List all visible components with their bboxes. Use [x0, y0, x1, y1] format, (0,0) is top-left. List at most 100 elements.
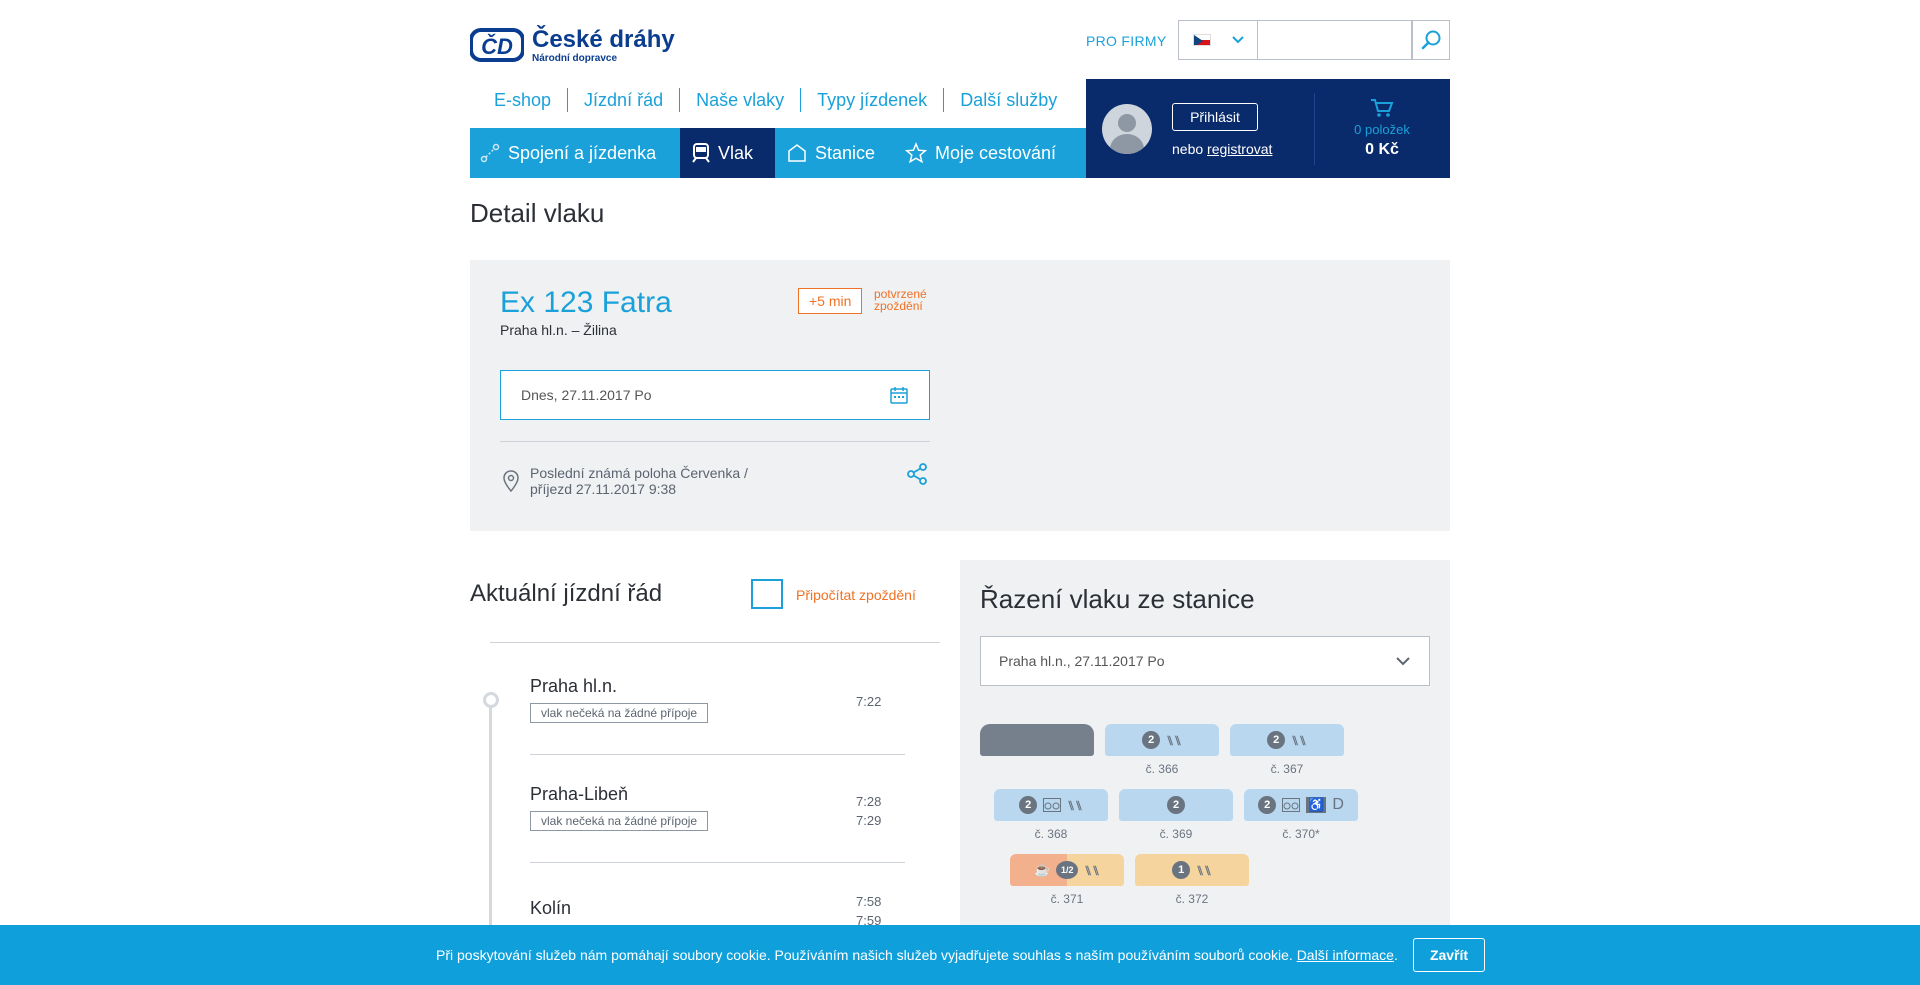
coach-label: č. 371 [1050, 892, 1084, 906]
timetable-title: Aktuální jízdní řád [470, 580, 663, 607]
or-text: nebo [1172, 141, 1204, 157]
coach-label: č. 370* [1282, 827, 1320, 841]
stop-tag: vlak nečeká na žádné přípoje [530, 703, 709, 723]
cart-total: 0 Kč [1365, 141, 1399, 158]
bicycle-icon [1282, 798, 1301, 812]
station-icon [788, 144, 806, 162]
brand-name: České dráhy [532, 25, 675, 53]
cookie-text: Při poskytování služeb nám pomáhají soub… [436, 947, 1398, 963]
tab-vlak-label: Vlak [718, 142, 754, 163]
top-nav: E-shop Jízdní řád Naše vlaky Typy jízden… [470, 88, 1073, 112]
seat-icon: ⑊⑊ [1166, 732, 1182, 748]
wheelchair-icon: ♿ [1306, 797, 1327, 813]
top-nav-jizdni-rad[interactable]: Jízdní řád [567, 88, 679, 112]
coach-label: č. 367 [1270, 762, 1304, 776]
cart[interactable]: 0 položek 0 Kč [1314, 79, 1450, 178]
page-wrapper: ČD České dráhy Národní dopravce PRO FIRM… [470, 0, 1450, 985]
last-known-location: Poslední známá poloha Červenka / příjezd… [530, 465, 748, 497]
login-button[interactable]: Přihlásit [1172, 103, 1258, 131]
train-name: Ex 123 Fatra [500, 286, 672, 319]
stop-name: Kolín [530, 898, 572, 918]
tab-stanice[interactable]: Stanice [775, 128, 893, 178]
coach-label: č. 366 [1145, 762, 1179, 776]
tab-vlak[interactable]: Vlak [680, 128, 775, 178]
date-picker[interactable]: Dnes, 27.11.2017 Po [500, 370, 930, 420]
seat-icon: ⑊⑊ [1067, 797, 1083, 813]
class-badge: 1 [1172, 861, 1191, 879]
chevron-down-icon [1396, 657, 1410, 666]
divider [530, 862, 905, 863]
stop-departure: 7:29 [856, 813, 882, 828]
coach-366[interactable]: 2 ⑊⑊ [1105, 724, 1219, 756]
share-icon[interactable] [906, 463, 928, 485]
cart-count: 0 položek [1354, 122, 1410, 137]
svg-text:ČD: ČD [481, 34, 513, 59]
coffee-icon: ☕ [1034, 862, 1051, 877]
coach-370[interactable]: 2 ♿ D [1244, 789, 1358, 821]
cookie-more-link[interactable]: Další informace [1297, 947, 1394, 963]
main-nav: Spojení a jízdenka Vlak Stanice Moje ces… [470, 128, 1086, 178]
train-composition-panel: Řazení vlaku ze stanice Praha hl.n., 27.… [960, 560, 1450, 985]
delay-note: potvrzené zpoždění [874, 287, 927, 313]
search-input[interactable] [1258, 20, 1412, 60]
cz-flag-icon [1193, 34, 1211, 46]
timeline-dot [483, 692, 499, 708]
top-nav-eshop[interactable]: E-shop [470, 88, 567, 112]
page-title: Detail vlaku [470, 198, 605, 228]
cd-logo-icon: ČD [470, 28, 524, 62]
star-icon [905, 142, 927, 164]
class-badge: 2 [1167, 796, 1185, 814]
class-badge: 2 [1019, 796, 1038, 814]
tab-spojeni[interactable]: Spojení a jízdenka [470, 128, 680, 178]
stop-tag: vlak nečeká na žádné přípoje [530, 811, 709, 831]
coach-367[interactable]: 2 ⑊⑊ [1230, 724, 1344, 756]
list-item[interactable]: Praha hl.n. vlak nečeká na žádné přípoje… [530, 676, 905, 723]
locomotive[interactable] [980, 724, 1094, 756]
coach-label: č. 372 [1175, 892, 1209, 906]
location-pin-icon [503, 470, 519, 492]
divider [530, 754, 905, 755]
tab-spojeni-label: Spojení a jízdenka [508, 142, 657, 163]
divider [500, 441, 930, 442]
list-item[interactable]: Praha-Libeň vlak nečeká na žádné přípoje… [530, 784, 905, 831]
cookie-message: Při poskytování služeb nám pomáhají soub… [436, 947, 1293, 963]
logo-text: České dráhy Národní dopravce [532, 25, 675, 64]
cookie-close-button[interactable]: Zavřít [1413, 938, 1485, 972]
search-button[interactable] [1412, 20, 1450, 60]
calendar-icon [890, 387, 908, 404]
register-link[interactable]: registrovat [1207, 141, 1272, 157]
coach-label: č. 369 [1159, 827, 1193, 841]
chevron-down-icon [1232, 36, 1244, 44]
coach-371[interactable]: ☕ 1/2 ⑊⑊ [1010, 854, 1124, 886]
stop-times: 7:22 [856, 692, 881, 711]
add-delay-checkbox[interactable] [751, 579, 783, 609]
stop-times: 7:28 7:29 [856, 792, 881, 830]
coach-368[interactable]: 2 ⑊⑊ [994, 789, 1108, 821]
search-icon [1421, 30, 1441, 50]
composition-title: Řazení vlaku ze stanice [980, 584, 1255, 614]
stop-departure: 7:22 [856, 694, 882, 709]
class-badge: 2 [1267, 731, 1286, 749]
top-nav-nase-vlaky[interactable]: Naše vlaky [679, 88, 800, 112]
station-select[interactable]: Praha hl.n., 27.11.2017 Po [980, 636, 1430, 686]
divider [490, 642, 940, 643]
top-nav-typy-jizdenek[interactable]: Typy jízdenek [800, 88, 943, 112]
list-item[interactable]: Kolín 7:58 7:59 [530, 894, 905, 928]
stop-name: Praha-Libeň [530, 784, 629, 804]
top-nav-dalsi-sluzby[interactable]: Další služby [943, 88, 1073, 112]
route-icon [480, 143, 500, 163]
register-text: nebo registrovat [1172, 141, 1272, 157]
add-delay-label[interactable]: Připočítat zpoždění [796, 587, 916, 603]
language-select[interactable] [1178, 20, 1258, 60]
coach-372[interactable]: 1 ⑊⑊ [1135, 854, 1249, 886]
tab-moje-cestovani-label: Moje cestování [935, 142, 1057, 163]
logo[interactable]: ČD České dráhy Národní dopravce [470, 20, 680, 70]
class-badge: 1/2 [1056, 861, 1079, 879]
tab-moje-cestovani[interactable]: Moje cestování [893, 128, 1086, 178]
coach-369[interactable]: 2 [1119, 789, 1233, 821]
brand-tagline: Národní dopravce [532, 52, 618, 64]
date-value: Dnes, 27.11.2017 Po [521, 387, 652, 403]
pro-firmy-link[interactable]: PRO FIRMY [1086, 33, 1166, 49]
train-detail-panel: Ex 123 Fatra Praha hl.n. – Žilina +5 min… [470, 260, 1450, 531]
cart-icon [1371, 99, 1394, 117]
